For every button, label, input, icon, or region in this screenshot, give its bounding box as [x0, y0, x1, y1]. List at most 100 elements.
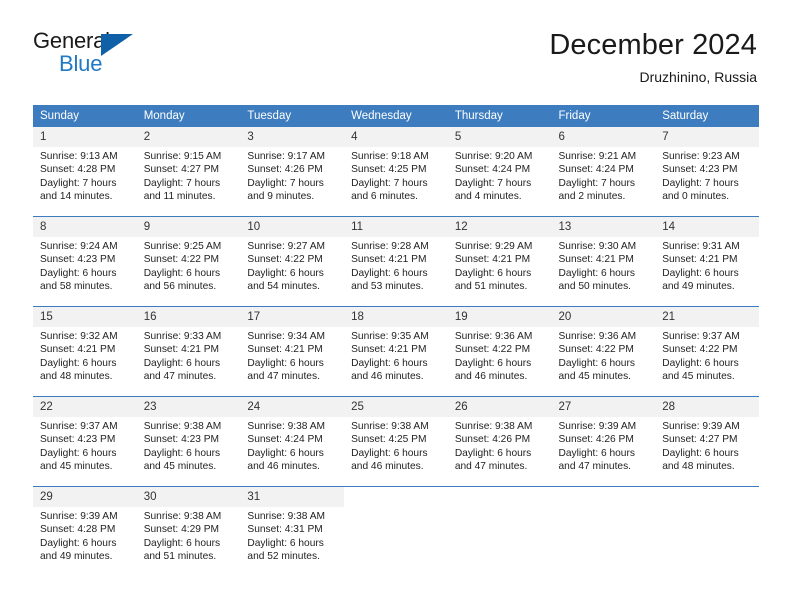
- day-cell[interactable]: 3 Sunrise: 9:17 AM Sunset: 4:26 PM Daylight…: [240, 127, 345, 217]
- sunrise-time: Sunrise: 9:38 AM: [454, 421, 533, 432]
- day-cell[interactable]: 14 Sunrise: 9:31 AM Sunset: 4:21 PM Dayligh…: [655, 216, 759, 307]
- daylight-duration-line1: Daylight: 6 hours: [247, 267, 324, 279]
- day-info: Sunrise: 9:38 AM Sunset: 4:29 PM Daylight:…: [137, 507, 241, 564]
- day-cell[interactable]: 19 Sunrise: 9:36 AM Sunset: 4:22 PM Dayligh…: [447, 306, 552, 397]
- day-cell[interactable]: 28 Sunrise: 9:39 AM Sunset: 4:27 PM Dayligh…: [655, 396, 759, 487]
- day-cell-inner: 27 Sunrise: 9:39 AM Sunset: 4:26 PM Dayligh…: [551, 397, 656, 486]
- weekday-header-wednesday: Wednesday: [344, 105, 448, 127]
- sunset-time: Sunset: 4:21 PM: [351, 344, 427, 356]
- weekday-header-saturday: Saturday: [655, 105, 759, 127]
- sunset-time: Sunset: 4:28 PM: [40, 524, 116, 536]
- day-number: 17: [240, 307, 345, 327]
- daylight-duration-line1: Daylight: 6 hours: [454, 267, 532, 279]
- day-cell[interactable]: 13 Sunrise: 9:30 AM Sunset: 4:21 PM Dayligh…: [551, 216, 656, 307]
- daylight-duration-line2: and 2 minutes.: [558, 191, 626, 203]
- day-cell[interactable]: 5 Sunrise: 9:20 AM Sunset: 4:24 PM Daylight…: [447, 127, 552, 217]
- sunrise-time: Sunrise: 9:23 AM: [662, 151, 740, 162]
- day-cell[interactable]: 12 Sunrise: 9:29 AM Sunset: 4:21 PM Dayligh…: [447, 216, 552, 307]
- day-cell[interactable]: 24 Sunrise: 9:38 AM Sunset: 4:24 PM Dayligh…: [240, 396, 345, 487]
- daylight-duration-line1: Daylight: 6 hours: [351, 267, 428, 279]
- day-cell[interactable]: 11 Sunrise: 9:28 AM Sunset: 4:21 PM Dayligh…: [344, 216, 448, 307]
- day-number: 19: [447, 307, 552, 327]
- daylight-duration-line2: and 45 minutes.: [558, 371, 632, 383]
- daylight-duration-line1: Daylight: 6 hours: [662, 357, 739, 369]
- sunrise-time: Sunrise: 9:24 AM: [40, 241, 118, 252]
- sunrise-time: Sunrise: 9:38 AM: [247, 511, 325, 522]
- day-number: 16: [136, 307, 241, 327]
- sunrise-time: Sunrise: 9:38 AM: [351, 421, 429, 432]
- day-cell[interactable]: 2 Sunrise: 9:15 AM Sunset: 4:27 PM Daylight…: [136, 127, 241, 217]
- day-info: Sunrise: 9:15 AM Sunset: 4:27 PM Daylight:…: [137, 147, 241, 204]
- day-cell[interactable]: 26 Sunrise: 9:38 AM Sunset: 4:26 PM Dayligh…: [447, 396, 552, 487]
- day-cell[interactable]: 18 Sunrise: 9:35 AM Sunset: 4:21 PM Dayligh…: [344, 306, 448, 397]
- day-cell[interactable]: 17 Sunrise: 9:34 AM Sunset: 4:21 PM Dayligh…: [240, 306, 345, 397]
- day-info: Sunrise: 9:24 AM Sunset: 4:23 PM Daylight:…: [33, 237, 137, 294]
- day-number: 14: [655, 217, 759, 237]
- day-number: 3: [240, 127, 345, 147]
- day-cell[interactable]: 6 Sunrise: 9:21 AM Sunset: 4:24 PM Daylight…: [551, 127, 656, 217]
- sunrise-time: Sunrise: 9:36 AM: [454, 331, 533, 342]
- day-cell[interactable]: 7 Sunrise: 9:23 AM Sunset: 4:23 PM Daylight…: [655, 127, 759, 217]
- daylight-duration-line2: and 9 minutes.: [247, 191, 315, 203]
- day-cell-empty: [655, 486, 759, 576]
- daylight-duration-line1: Daylight: 6 hours: [143, 447, 221, 459]
- daylight-duration-line2: and 58 minutes.: [40, 281, 113, 293]
- sunset-time: Sunset: 4:22 PM: [454, 344, 531, 356]
- day-cell[interactable]: 22 Sunrise: 9:37 AM Sunset: 4:23 PM Dayligh…: [33, 396, 137, 487]
- daylight-duration-line2: and 46 minutes.: [247, 461, 320, 473]
- day-cell[interactable]: 10 Sunrise: 9:27 AM Sunset: 4:22 PM Dayligh…: [240, 216, 345, 307]
- day-info: [552, 507, 656, 510]
- sunrise-time: Sunrise: 9:18 AM: [351, 151, 429, 162]
- calendar-page: General Blue December 2024 Druzhinino, R…: [0, 0, 792, 612]
- sunset-time: Sunset: 4:22 PM: [662, 344, 738, 356]
- daylight-duration-line2: and 47 minutes.: [143, 371, 217, 383]
- day-cell[interactable]: 23 Sunrise: 9:38 AM Sunset: 4:23 PM Dayligh…: [136, 396, 241, 487]
- day-cell-empty: [344, 486, 448, 576]
- day-cell[interactable]: 21 Sunrise: 9:37 AM Sunset: 4:22 PM Dayligh…: [655, 306, 759, 397]
- day-cell[interactable]: 15 Sunrise: 9:32 AM Sunset: 4:21 PM Dayligh…: [33, 306, 137, 397]
- daylight-duration-line1: Daylight: 7 hours: [40, 177, 117, 189]
- day-cell[interactable]: 29 Sunrise: 9:39 AM Sunset: 4:28 PM Dayligh…: [33, 486, 137, 576]
- sunrise-time: Sunrise: 9:32 AM: [40, 331, 118, 342]
- day-cell[interactable]: 1 Sunrise: 9:13 AM Sunset: 4:28 PM Daylight…: [33, 127, 137, 217]
- sunset-time: Sunset: 4:24 PM: [558, 164, 634, 176]
- day-cell[interactable]: 4 Sunrise: 9:18 AM Sunset: 4:25 PM Daylight…: [344, 127, 448, 217]
- sunset-time: Sunset: 4:24 PM: [247, 434, 323, 446]
- day-number: 25: [344, 397, 448, 417]
- sunset-time: Sunset: 4:21 PM: [558, 254, 634, 266]
- sunrise-time: Sunrise: 9:34 AM: [247, 331, 325, 342]
- day-cell[interactable]: 9 Sunrise: 9:25 AM Sunset: 4:22 PM Daylight…: [136, 216, 241, 307]
- day-cell[interactable]: 25 Sunrise: 9:38 AM Sunset: 4:25 PM Dayligh…: [344, 396, 448, 487]
- day-cell-inner: 30 Sunrise: 9:38 AM Sunset: 4:29 PM Dayligh…: [136, 487, 241, 576]
- day-info: Sunrise: 9:38 AM Sunset: 4:25 PM Daylight:…: [344, 417, 448, 474]
- day-number: 30: [136, 487, 241, 507]
- daylight-duration-line1: Daylight: 6 hours: [143, 537, 221, 549]
- day-info: Sunrise: 9:38 AM Sunset: 4:24 PM Daylight:…: [240, 417, 344, 474]
- day-cell-inner: 29 Sunrise: 9:39 AM Sunset: 4:28 PM Dayligh…: [33, 487, 137, 576]
- day-cell[interactable]: 20 Sunrise: 9:36 AM Sunset: 4:22 PM Dayligh…: [551, 306, 656, 397]
- day-cell-inner: 25 Sunrise: 9:38 AM Sunset: 4:25 PM Dayligh…: [344, 397, 448, 486]
- sunrise-time: Sunrise: 9:15 AM: [143, 151, 222, 162]
- day-info: Sunrise: 9:27 AM Sunset: 4:22 PM Daylight:…: [240, 237, 344, 294]
- day-cell[interactable]: 30 Sunrise: 9:38 AM Sunset: 4:29 PM Dayligh…: [136, 486, 241, 576]
- daylight-duration-line2: and 48 minutes.: [40, 371, 113, 383]
- day-cell-inner: 9 Sunrise: 9:25 AM Sunset: 4:22 PM Daylight…: [136, 217, 241, 306]
- sunset-time: Sunset: 4:24 PM: [454, 164, 531, 176]
- daylight-duration-line2: and 49 minutes.: [662, 281, 735, 293]
- sunset-time: Sunset: 4:25 PM: [351, 164, 427, 176]
- day-cell-inner: [344, 487, 448, 576]
- day-number: 13: [551, 217, 656, 237]
- day-cell[interactable]: 16 Sunrise: 9:33 AM Sunset: 4:21 PM Dayligh…: [136, 306, 241, 397]
- page-subtitle-location: Druzhinino, Russia: [639, 69, 758, 85]
- day-number: 1: [33, 127, 137, 147]
- day-cell[interactable]: 27 Sunrise: 9:39 AM Sunset: 4:26 PM Dayligh…: [551, 396, 656, 487]
- daylight-duration-line1: Daylight: 6 hours: [558, 357, 635, 369]
- daylight-duration-line2: and 47 minutes.: [247, 371, 320, 383]
- daylight-duration-line2: and 54 minutes.: [247, 281, 320, 293]
- day-cell[interactable]: 8 Sunrise: 9:24 AM Sunset: 4:23 PM Daylight…: [33, 216, 137, 307]
- general-blue-logo[interactable]: General Blue: [33, 28, 153, 84]
- sunset-time: Sunset: 4:25 PM: [351, 434, 427, 446]
- day-cell[interactable]: 31 Sunrise: 9:38 AM Sunset: 4:31 PM Dayligh…: [240, 486, 345, 576]
- day-info: Sunrise: 9:39 AM Sunset: 4:28 PM Daylight:…: [33, 507, 137, 564]
- day-cell-inner: 21 Sunrise: 9:37 AM Sunset: 4:22 PM Dayligh…: [655, 307, 759, 396]
